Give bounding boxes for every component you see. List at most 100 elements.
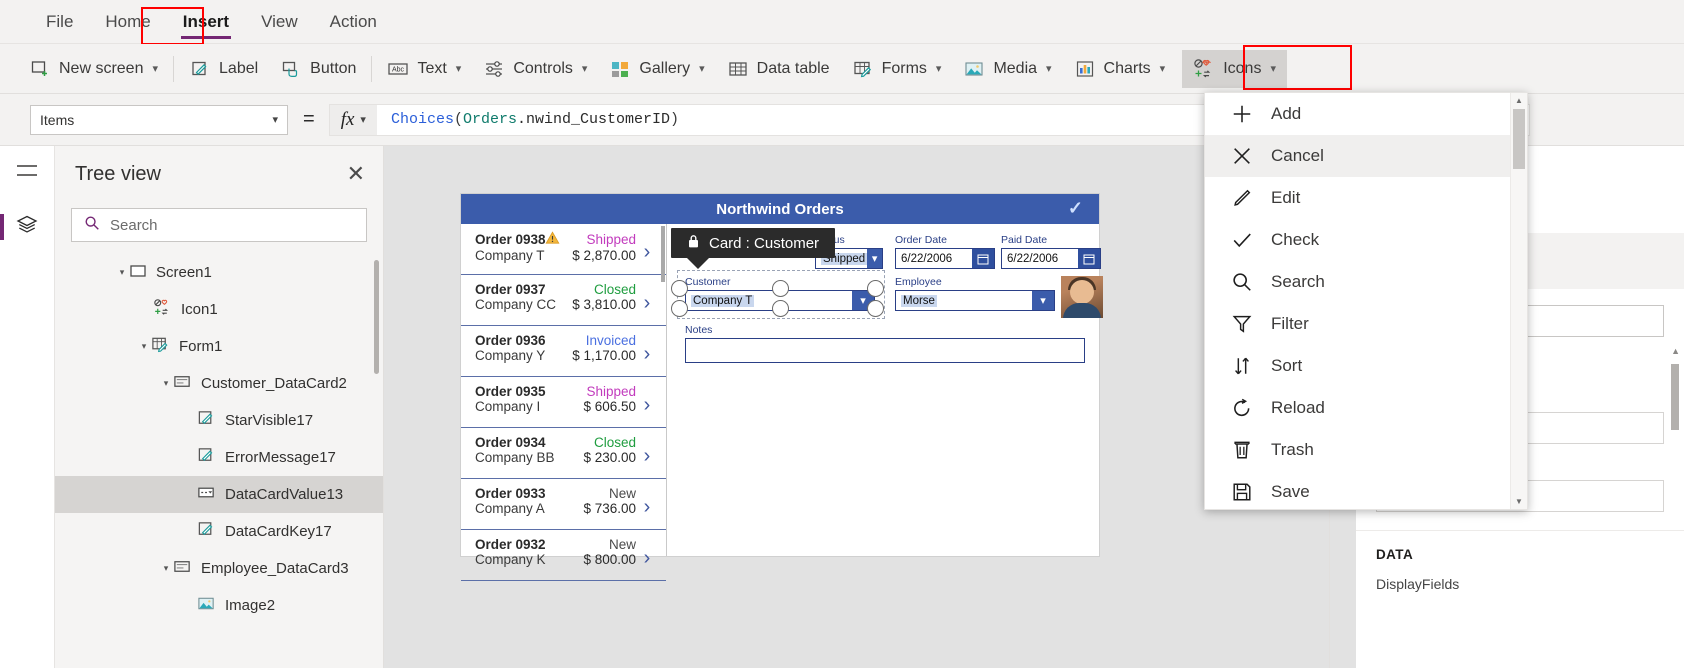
menu-item-insert[interactable]: Insert [167,6,245,39]
icons-menu-item-sort[interactable]: Sort [1205,345,1511,387]
cancel-icon [1231,145,1253,167]
orders-gallery[interactable]: Order 0938 Shipped Company T $ 2,870.00 … [461,224,667,581]
ribbon-new-screen[interactable]: New screen ▾ [18,50,169,88]
chevron-down-icon[interactable]: ▾ [1032,291,1054,310]
ribbon-forms[interactable]: Forms ▾ [841,50,953,88]
equals-sign: = [303,108,315,130]
chevron-right-icon[interactable]: › [636,537,658,580]
fx-button[interactable]: fx ▾ [328,103,377,136]
icons-menu-item-save[interactable]: Save [1205,471,1511,509]
icons-menu-item-cancel[interactable]: Cancel [1205,135,1511,177]
chevron-right-icon[interactable]: › [636,282,658,325]
property-select[interactable]: Items ▾ [30,104,288,135]
expand-arrow-icon[interactable]: ▾ [159,378,173,389]
tree-node-customer-datacard2[interactable]: ▾ Customer_DataCard2 [55,365,383,402]
panel-scrollbar-thumb[interactable] [1671,364,1679,430]
gallery-row[interactable]: Order 0934 Closed Company BB $ 230.00 › [461,428,666,479]
gallery-scrollbar-thumb[interactable] [661,226,665,282]
tree-search-placeholder: Search [110,216,158,234]
order-date-input[interactable]: 6/22/2006 [895,248,995,269]
tree-node-datacardkey17[interactable]: DataCardKey17 [55,513,383,550]
ribbon-data-table[interactable]: Data table [716,50,841,88]
tooltip-tail [687,258,709,269]
resize-handle-bl[interactable] [671,300,688,317]
chevron-right-icon[interactable]: › [636,333,658,376]
resize-handle-br[interactable] [867,300,884,317]
chevron-right-icon[interactable]: › [636,486,658,529]
gallery-row-content: Order 0938 Shipped Company T $ 2,870.00 [475,231,636,274]
gallery-row[interactable]: Order 0935 Shipped Company I $ 606.50 › [461,377,666,428]
tree-node-image2[interactable]: Image2 [55,587,383,624]
icons-menu-item-filter[interactable]: Filter [1205,303,1511,345]
notes-input[interactable] [685,338,1085,363]
employee-combobox[interactable]: Morse ▾ [895,290,1055,311]
resize-handle-tl[interactable] [671,280,688,297]
menu-item-view[interactable]: View [245,6,314,38]
tree-node-starvisible17[interactable]: StarVisible17 [55,402,383,439]
check-icon [1231,229,1253,251]
gallery-row-line2: Company K $ 800.00 [475,552,636,567]
menu-item-home[interactable]: Home [89,6,166,38]
icons-menu-item-search[interactable]: Search [1205,261,1511,303]
ribbon-label[interactable]: Label [178,50,269,88]
gallery-row[interactable]: Order 0932 New Company K $ 800.00 › [461,530,666,581]
rail-item-tree-view[interactable] [0,200,54,254]
icons-menu-item-edit[interactable]: Edit [1205,177,1511,219]
scroll-down-arrow[interactable]: ▼ [1511,494,1527,509]
resize-handle-bc[interactable] [772,300,789,317]
ribbon-icons[interactable]: Icons ▾ [1182,49,1287,88]
menu-bar: File Home Insert View Action [0,0,1684,44]
chevron-right-icon[interactable]: › [636,231,658,274]
expand-arrow-icon[interactable]: ▾ [115,267,129,278]
close-icon[interactable]: ✕ [347,163,365,185]
label-icon [189,58,211,80]
chevron-down-icon[interactable]: ▾ [867,249,882,268]
ribbon-controls[interactable]: Controls ▾ [472,50,598,88]
expand-arrow-icon[interactable]: ▾ [137,341,151,352]
ribbon-button[interactable]: Button [269,50,367,88]
tree-node-employee-datacard3[interactable]: ▾ Employee_DataCard3 [55,550,383,587]
tree-node-label: DataCardValue13 [225,486,344,503]
gallery-icon [609,58,631,80]
calendar-icon[interactable] [1078,249,1100,268]
tree-search-box[interactable]: Search [71,208,367,242]
svg-text:Abc: Abc [392,66,405,73]
check-icon[interactable]: ✓ [1068,198,1083,219]
order-date-value: 6/22/2006 [901,252,953,265]
gallery-row[interactable]: Order 0938 Shipped Company T $ 2,870.00 … [461,224,666,275]
tree-node-errormessage17[interactable]: ErrorMessage17 [55,439,383,476]
gallery-row[interactable]: Order 0937 Closed Company CC $ 3,810.00 … [461,275,666,326]
chevron-right-icon[interactable]: › [636,435,658,478]
menu-item-action[interactable]: Action [314,6,393,38]
calendar-icon[interactable] [972,249,994,268]
ribbon-text[interactable]: Abc Text ▾ [376,50,472,88]
chevron-right-icon[interactable]: › [636,384,658,427]
tree-node-datacardvalue13[interactable]: DataCardValue13 [55,476,383,513]
menu-item-file[interactable]: File [30,6,89,38]
icons-menu-item-trash[interactable]: Trash [1205,429,1511,471]
panel-scroll-up-arrow[interactable]: ▲ [1671,346,1680,356]
dropdown-scrollbar-thumb[interactable] [1513,109,1525,169]
chevron-down-icon: ▾ [935,63,942,75]
tree-node-form1[interactable]: ▾ Form1 [55,328,383,365]
dropdown-scrollbar[interactable]: ▲ ▼ [1510,93,1527,509]
gallery-row[interactable]: Order 0933 New Company A $ 736.00 › [461,479,666,530]
paid-date-input[interactable]: 6/22/2006 [1001,248,1101,269]
icons-menu-item-check[interactable]: Check [1205,219,1511,261]
resize-handle-tr[interactable] [867,280,884,297]
tree-node-icon1[interactable]: Icon1 [55,291,383,328]
ribbon-charts[interactable]: Charts ▾ [1063,50,1177,88]
ribbon-gallery[interactable]: Gallery ▾ [598,50,715,88]
icons-menu-item-reload[interactable]: Reload [1205,387,1511,429]
scroll-up-arrow[interactable]: ▲ [1511,93,1527,108]
tree-scrollbar-thumb[interactable] [374,260,379,374]
tree-node-screen1[interactable]: ▾ Screen1 [55,254,383,291]
expand-arrow-icon[interactable]: ▾ [159,563,173,574]
icons-menu-item-add[interactable]: Add [1205,93,1511,135]
gallery-row[interactable]: Order 0936 Invoiced Company Y $ 1,170.00… [461,326,666,377]
resize-handle-tc[interactable] [772,280,789,297]
hamburger-menu-button[interactable] [0,146,54,200]
ribbon-media[interactable]: Media ▾ [952,50,1062,88]
section-divider [1356,530,1684,531]
chevron-down-icon: ▾ [581,63,588,75]
